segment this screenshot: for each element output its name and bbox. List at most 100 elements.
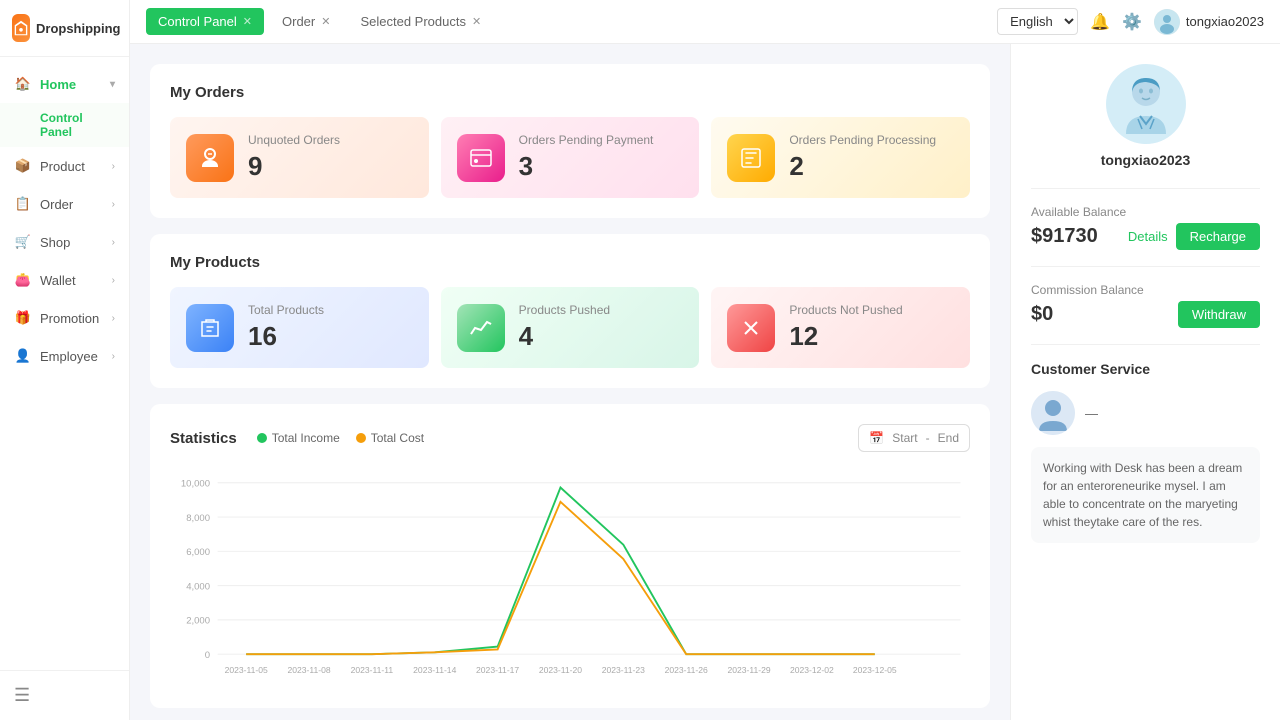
- right-panel-username: tongxiao2023: [1031, 152, 1260, 168]
- products-cards-grid: Total Products 16 Products Pushed 4: [170, 287, 970, 368]
- sidebar-item-employee-label: Employee: [40, 349, 98, 364]
- date-range-picker[interactable]: 📅 Start - End: [858, 424, 970, 452]
- topbar: Control Panel ✕ Order ✕ Selected Product…: [130, 0, 1280, 44]
- gear-icon[interactable]: ⚙️: [1122, 12, 1142, 32]
- products-not-pushed-label: Products Not Pushed: [789, 303, 902, 317]
- logo: Dropshipping: [0, 0, 129, 57]
- tab-order-close[interactable]: ✕: [321, 15, 330, 28]
- available-balance-row: $91730 Details Recharge: [1031, 223, 1260, 250]
- svg-text:6,000: 6,000: [186, 547, 210, 558]
- total-products-icon: [186, 304, 234, 352]
- statistics-chart: 10,000 8,000 6,000 4,000 2,000 0 2023-11…: [170, 468, 970, 688]
- tab-control-panel-label: Control Panel: [158, 14, 237, 29]
- svg-text:4,000: 4,000: [186, 581, 210, 592]
- sidebar-item-home[interactable]: 🏠 Home ▾: [0, 65, 129, 103]
- sidebar-sub-control-panel[interactable]: Control Panel: [0, 103, 129, 147]
- pending-processing-label: Orders Pending Processing: [789, 133, 936, 147]
- withdraw-button[interactable]: Withdraw: [1178, 301, 1260, 328]
- chevron-right-icon-4: ›: [112, 275, 115, 286]
- tab-order[interactable]: Order ✕: [270, 8, 342, 35]
- main-wrapper: Control Panel ✕ Order ✕ Selected Product…: [130, 0, 1280, 720]
- cs-agent: —: [1031, 391, 1260, 435]
- unquoted-orders-icon: [186, 134, 234, 182]
- tab-selected-products-close[interactable]: ✕: [472, 15, 481, 28]
- sidebar-item-product-label: Product: [40, 159, 85, 174]
- unquoted-orders-card[interactable]: Unquoted Orders 9: [170, 117, 429, 198]
- wallet-icon: 👛: [14, 271, 32, 289]
- products-pushed-card[interactable]: Products Pushed 4: [441, 287, 700, 368]
- sidebar-item-promotion[interactable]: 🎁 Promotion ›: [0, 299, 129, 337]
- product-icon: 📦: [14, 157, 32, 175]
- bell-icon[interactable]: 🔔: [1090, 12, 1110, 32]
- recharge-button[interactable]: Recharge: [1176, 223, 1260, 250]
- products-pushed-label: Products Pushed: [519, 303, 610, 317]
- my-products-title: My Products: [170, 254, 970, 271]
- tab-control-panel[interactable]: Control Panel ✕: [146, 8, 264, 35]
- nav-section: 🏠 Home ▾ Control Panel 📦 Product › 📋 Ord…: [0, 57, 129, 670]
- legend-cost-dot: [356, 433, 366, 443]
- total-products-value: 16: [248, 321, 324, 352]
- legend-income-label: Total Income: [272, 431, 340, 445]
- promotion-icon: 🎁: [14, 309, 32, 327]
- details-button[interactable]: Details: [1128, 229, 1168, 244]
- sidebar-item-order-label: Order: [40, 197, 73, 212]
- language-selector[interactable]: English: [997, 8, 1078, 35]
- employee-icon: 👤: [14, 347, 32, 365]
- my-orders-section: My Orders Unquoted Orders 9: [150, 64, 990, 218]
- pending-payment-card[interactable]: Orders Pending Payment 3: [441, 117, 700, 198]
- commission-balance-amount: $0: [1031, 303, 1053, 326]
- svg-text:2023-11-05: 2023-11-05: [225, 665, 268, 675]
- pending-payment-label: Orders Pending Payment: [519, 133, 654, 147]
- svg-text:2023-12-02: 2023-12-02: [790, 665, 834, 675]
- sidebar-item-shop[interactable]: 🛒 Shop ›: [0, 223, 129, 261]
- total-products-label: Total Products: [248, 303, 324, 317]
- sidebar-item-promotion-label: Promotion: [40, 311, 99, 326]
- profile-section: tongxiao2023: [1031, 64, 1260, 189]
- cs-agent-name: —: [1085, 406, 1098, 421]
- end-date: End: [938, 431, 959, 445]
- user-info[interactable]: tongxiao2023: [1154, 9, 1264, 35]
- products-pushed-value: 4: [519, 321, 610, 352]
- pending-processing-card[interactable]: Orders Pending Processing 2: [711, 117, 970, 198]
- sidebar-bottom: ☰: [0, 670, 129, 720]
- total-products-info: Total Products 16: [248, 303, 324, 352]
- date-separator: -: [926, 431, 930, 445]
- start-date: Start: [892, 431, 917, 445]
- svg-text:0: 0: [205, 650, 210, 661]
- home-icon: 🏠: [14, 75, 32, 93]
- content-area: My Orders Unquoted Orders 9: [130, 44, 1010, 720]
- sidebar-item-product[interactable]: 📦 Product ›: [0, 147, 129, 185]
- logo-icon: [12, 14, 30, 42]
- pending-processing-info: Orders Pending Processing 2: [789, 133, 936, 182]
- total-products-card[interactable]: Total Products 16: [170, 287, 429, 368]
- legend-income-dot: [257, 433, 267, 443]
- hamburger-icon[interactable]: ☰: [14, 685, 115, 706]
- divider-2: [1031, 344, 1260, 345]
- unquoted-orders-value: 9: [248, 151, 340, 182]
- tab-control-panel-close[interactable]: ✕: [243, 15, 252, 28]
- available-balance-section: Available Balance $91730 Details Recharg…: [1031, 205, 1260, 250]
- sidebar-item-wallet[interactable]: 👛 Wallet ›: [0, 261, 129, 299]
- unquoted-orders-info: Unquoted Orders 9: [248, 133, 340, 182]
- tab-selected-products[interactable]: Selected Products ✕: [348, 8, 493, 35]
- pending-payment-info: Orders Pending Payment 3: [519, 133, 654, 182]
- tab-selected-products-label: Selected Products: [360, 14, 466, 29]
- sidebar-item-order[interactable]: 📋 Order ›: [0, 185, 129, 223]
- nav-sub-home: Control Panel: [0, 103, 129, 147]
- svg-text:2023-11-14: 2023-11-14: [413, 665, 456, 675]
- divider-1: [1031, 266, 1260, 267]
- tab-order-label: Order: [282, 14, 315, 29]
- customer-service-title: Customer Service: [1031, 361, 1260, 377]
- available-balance-label: Available Balance: [1031, 205, 1260, 219]
- sidebar-item-home-label: Home: [40, 77, 76, 92]
- products-not-pushed-card[interactable]: Products Not Pushed 12: [711, 287, 970, 368]
- sidebar-item-employee[interactable]: 👤 Employee ›: [0, 337, 129, 375]
- right-panel: tongxiao2023 Available Balance $91730 De…: [1010, 44, 1280, 720]
- pending-payment-icon: [457, 134, 505, 182]
- products-pushed-info: Products Pushed 4: [519, 303, 610, 352]
- legend-cost: Total Cost: [356, 431, 424, 445]
- svg-text:10,000: 10,000: [181, 479, 210, 490]
- legend-cost-label: Total Cost: [371, 431, 424, 445]
- svg-text:2023-11-23: 2023-11-23: [602, 665, 645, 675]
- pending-payment-value: 3: [519, 151, 654, 182]
